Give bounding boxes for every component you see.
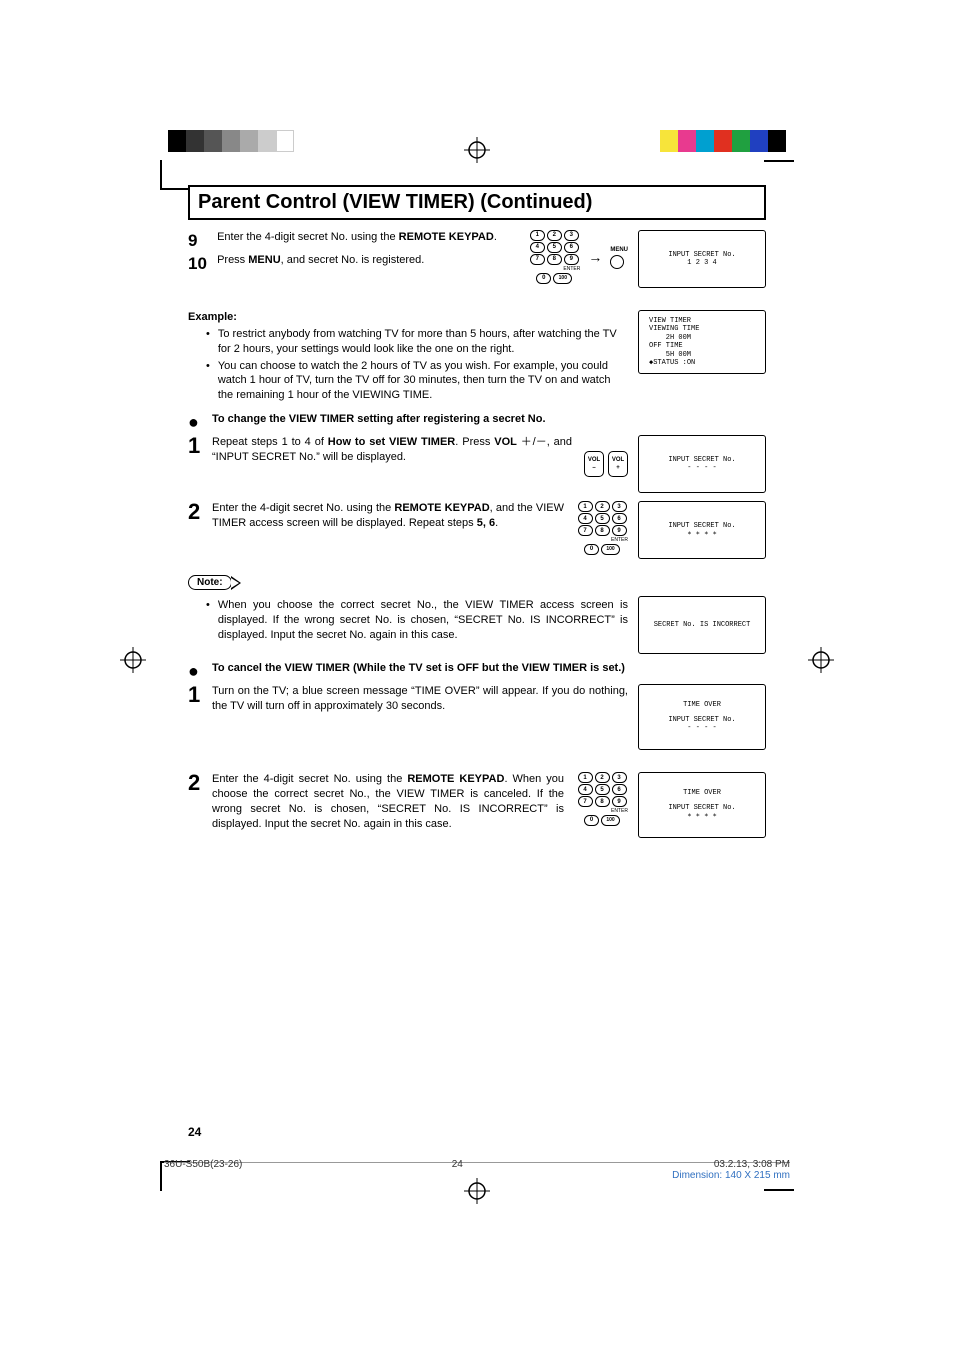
- step-number: 9: [188, 230, 214, 253]
- tv-screen-preview: VIEW TIMER VIEWING TIME 2H 00M OFF TIME …: [638, 310, 766, 374]
- note-label: Note:: [188, 575, 232, 590]
- page-content: Parent Control (VIEW TIMER) (Continued) …: [188, 185, 766, 846]
- crop-mark: [764, 160, 794, 190]
- bullet-icon: ●: [188, 413, 202, 431]
- color-bar-right: [660, 130, 786, 154]
- registration-mark-right: [808, 647, 834, 673]
- step-text: Enter the 4-digit secret No. using the R…: [217, 231, 497, 243]
- page-title: Parent Control (VIEW TIMER) (Continued): [198, 191, 756, 214]
- subsection-heading: To change the VIEW TIMER setting after r…: [212, 413, 546, 431]
- step-number: 2: [188, 501, 206, 559]
- step-number: 1: [188, 684, 206, 750]
- step-text: Press MENU, and secret No. is registered…: [217, 254, 424, 266]
- menu-button-icon: MENU: [610, 246, 628, 269]
- step-number: 1: [188, 435, 206, 493]
- step-number: 2: [188, 772, 206, 838]
- tv-screen-preview: INPUT SECRET No. - - - -: [638, 435, 766, 493]
- remote-keypad-icon: 123 456 789 ENTER 0100: [528, 230, 580, 285]
- tv-screen-preview: TIME OVER INPUT SECRET No. ∗ ∗ ∗ ∗: [638, 772, 766, 838]
- tv-screen-preview: SECRET No. IS INCORRECT: [638, 596, 766, 654]
- arrow-icon: →: [588, 248, 602, 267]
- page-number: 24: [188, 1125, 201, 1139]
- example-bullet: To restrict anybody from watching TV for…: [218, 327, 628, 357]
- tv-screen-preview: INPUT SECRET No. ∗ ∗ ∗ ∗: [638, 501, 766, 559]
- registration-mark-left: [120, 647, 146, 673]
- crop-mark: [160, 160, 190, 190]
- step-number: 10: [188, 253, 214, 276]
- example-heading: Example:: [188, 310, 628, 325]
- bullet-icon: ●: [188, 662, 202, 680]
- example-bullet: You can choose to watch the 2 hours of T…: [218, 359, 628, 404]
- step-text: Turn on the TV; a blue screen message “T…: [212, 684, 628, 750]
- tv-screen-preview: INPUT SECRET No. 1 2 3 4: [638, 230, 766, 288]
- section-title: Parent Control (VIEW TIMER) (Continued): [188, 185, 766, 220]
- vol-up-icon: VOL+: [608, 451, 628, 477]
- note-text: When you choose the correct secret No., …: [218, 598, 628, 643]
- registration-mark-bottom: [0, 1171, 954, 1211]
- remote-keypad-icon: 123 456 789 ENTER 0100: [576, 772, 628, 838]
- tv-screen-preview: TIME OVER INPUT SECRET No. - - - -: [638, 684, 766, 750]
- remote-keypad-icon: 123 456 789 ENTER 0100: [576, 501, 628, 559]
- registration-mark-top: [0, 130, 954, 170]
- vol-down-icon: VOL–: [584, 451, 604, 477]
- subsection-heading: To cancel the VIEW TIMER (While the TV s…: [212, 662, 625, 680]
